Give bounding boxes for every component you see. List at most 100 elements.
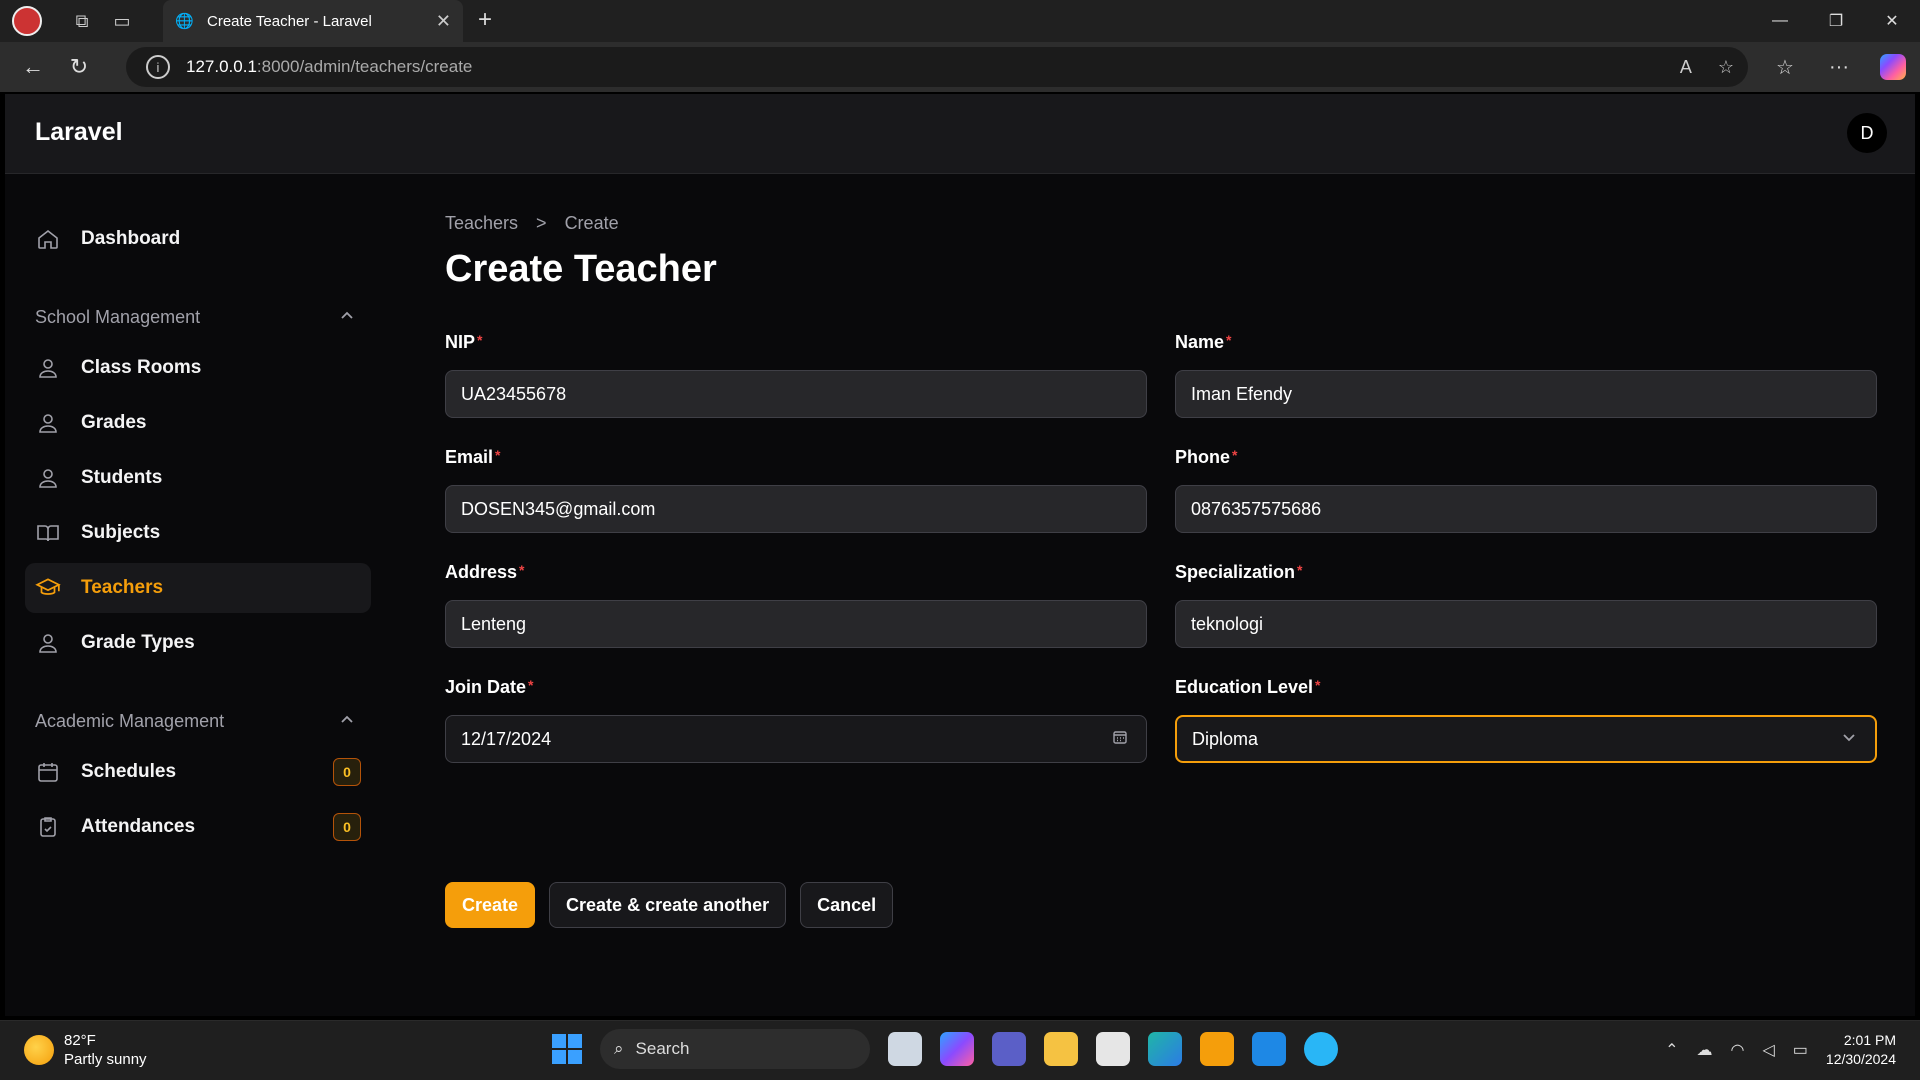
volume-icon[interactable]: ◁ <box>1762 1040 1774 1060</box>
new-tab-icon[interactable]: + <box>478 6 492 34</box>
battery-icon[interactable]: ▭ <box>1793 1040 1808 1060</box>
sidebar-group-academic-management[interactable]: Academic Management <box>25 695 371 747</box>
sidebar-item-label: Grades <box>81 412 147 433</box>
address-bar[interactable]: i 127.0.0.1:8000/admin/teachers/create A… <box>126 47 1748 87</box>
clock-date: 12/30/2024 <box>1825 1051 1896 1067</box>
specialization-input[interactable]: teknologi <box>1175 600 1877 648</box>
phone-input[interactable]: 0876357575686 <box>1175 485 1877 533</box>
app-window: Laravel D Dashboard School Management Cl… <box>5 94 1915 1016</box>
user-icon <box>35 465 61 491</box>
chevron-up-icon[interactable] <box>339 308 355 329</box>
globe-icon: 🌐 <box>175 13 194 30</box>
address-input[interactable]: Lenteng <box>445 600 1147 648</box>
create-button[interactable]: Create <box>445 882 536 928</box>
task-view-icon[interactable] <box>888 1032 922 1066</box>
favorite-star-icon[interactable]: ☆ <box>1718 57 1734 78</box>
count-badge: 0 <box>333 813 361 841</box>
cancel-button[interactable]: Cancel <box>800 882 894 928</box>
sidebar-item-schedules[interactable]: Schedules 0 <box>25 747 371 797</box>
clock[interactable]: 2:01 PM 12/30/2024 <box>1826 1031 1896 1069</box>
profile-avatar-icon[interactable] <box>12 6 42 36</box>
user-icon <box>35 355 61 381</box>
sidebar-item-students[interactable]: Students <box>25 453 371 503</box>
email-input[interactable]: DOSEN345@gmail.com <box>445 485 1147 533</box>
favorites-icon[interactable]: ☆ <box>1758 55 1812 80</box>
calendar-icon[interactable] <box>1112 729 1128 749</box>
url-path: :8000/admin/teachers/create <box>256 57 473 76</box>
page-title: Create Teacher <box>445 248 717 290</box>
sidebar: Dashboard School Management Class Rooms … <box>25 214 371 857</box>
sidebar-item-label: Schedules <box>81 761 177 782</box>
teams-icon[interactable] <box>992 1032 1026 1066</box>
taskbar-apps: ⌕ Search <box>552 1029 1338 1069</box>
name-input[interactable]: Iman Efendy <box>1175 370 1877 418</box>
book-open-icon <box>35 520 61 546</box>
required-mark: * <box>519 562 525 578</box>
browser-tab[interactable]: 🌐 Create Teacher - Laravel ✕ <box>163 0 463 42</box>
calendar-icon <box>35 759 61 785</box>
sidebar-item-subjects[interactable]: Subjects <box>25 508 371 558</box>
sidebar-group-school-management[interactable]: School Management <box>25 291 371 343</box>
address-label: Address <box>445 562 518 582</box>
count-badge: 0 <box>333 758 361 786</box>
specialization-field: Specialization * teknologi <box>1175 562 1877 648</box>
app-icon[interactable] <box>1304 1032 1338 1066</box>
window-controls: — ❐ ✕ <box>1752 0 1920 42</box>
tab-actions-icon[interactable]: ▭ <box>102 0 142 42</box>
back-icon[interactable]: ← <box>10 54 56 80</box>
refresh-icon[interactable]: ↻ <box>56 54 102 80</box>
sidebar-item-grade-types[interactable]: Grade Types <box>25 618 371 668</box>
education-level-value: Diploma <box>1192 728 1259 749</box>
sidebar-item-attendances[interactable]: Attendances 0 <box>25 802 371 852</box>
restore-icon[interactable]: ❐ <box>1808 0 1864 42</box>
wifi-icon[interactable]: ◠ <box>1731 1040 1745 1060</box>
create-another-button[interactable]: Create & create another <box>549 882 787 928</box>
sidebar-item-grades[interactable]: Grades <box>25 398 371 448</box>
breadcrumb-teachers[interactable]: Teachers <box>445 213 518 234</box>
sidebar-item-teachers[interactable]: Teachers <box>25 563 371 613</box>
taskbar-search[interactable]: ⌕ Search <box>600 1029 870 1069</box>
chevron-up-icon[interactable]: ⌃ <box>1665 1040 1678 1060</box>
user-avatar[interactable]: D <box>1847 113 1887 153</box>
copilot-icon[interactable] <box>1866 54 1920 80</box>
join-date-field: Join Date * 12/17/2024 <box>445 677 1147 763</box>
close-tab-icon[interactable]: ✕ <box>436 11 451 32</box>
minimize-icon[interactable]: — <box>1752 0 1808 42</box>
app-header: Laravel D <box>5 94 1915 174</box>
sidebar-group-label: Academic Management <box>35 710 225 731</box>
vscode-icon[interactable] <box>1252 1032 1286 1066</box>
workspaces-icon[interactable]: ⧉ <box>62 0 102 42</box>
user-icon <box>35 630 61 656</box>
copilot-app-icon[interactable] <box>940 1032 974 1066</box>
email-field: Email * DOSEN345@gmail.com <box>445 447 1147 533</box>
edge-icon[interactable] <box>1148 1032 1182 1066</box>
nip-label: NIP <box>445 332 476 352</box>
chevron-up-icon[interactable] <box>339 712 355 733</box>
weather-widget[interactable]: 82°F Partly sunny <box>24 1031 147 1069</box>
home-icon <box>35 226 61 252</box>
store-icon[interactable] <box>1096 1032 1130 1066</box>
windows-start-icon[interactable] <box>552 1034 582 1064</box>
medal-app-icon[interactable] <box>1200 1032 1234 1066</box>
sidebar-item-dashboard[interactable]: Dashboard <box>25 214 371 264</box>
required-mark: * <box>1226 332 1232 348</box>
close-window-icon[interactable]: ✕ <box>1864 0 1920 42</box>
onedrive-icon[interactable]: ☁ <box>1697 1040 1713 1060</box>
read-aloud-icon[interactable]: A <box>1680 57 1692 78</box>
join-date-label: Join Date <box>445 677 527 697</box>
address-bar-row: ← ↻ i 127.0.0.1:8000/admin/teachers/crea… <box>0 42 1920 92</box>
nip-field: NIP * UA23455678 <box>445 332 1147 418</box>
phone-label: Phone <box>1175 447 1231 467</box>
clock-time: 2:01 PM <box>1843 1032 1896 1048</box>
brand-logo[interactable]: Laravel <box>35 118 123 147</box>
education-level-select[interactable]: Diploma <box>1175 715 1877 763</box>
file-explorer-icon[interactable] <box>1044 1032 1078 1066</box>
sidebar-item-class-rooms[interactable]: Class Rooms <box>25 343 371 393</box>
nip-input[interactable]: UA23455678 <box>445 370 1147 418</box>
join-date-input[interactable]: 12/17/2024 <box>445 715 1147 763</box>
user-icon <box>35 410 61 436</box>
site-info-icon[interactable]: i <box>146 55 170 79</box>
more-icon[interactable]: ··· <box>1812 56 1866 79</box>
weather-temp: 82°F <box>64 1032 96 1049</box>
sidebar-group-label: School Management <box>35 306 201 327</box>
